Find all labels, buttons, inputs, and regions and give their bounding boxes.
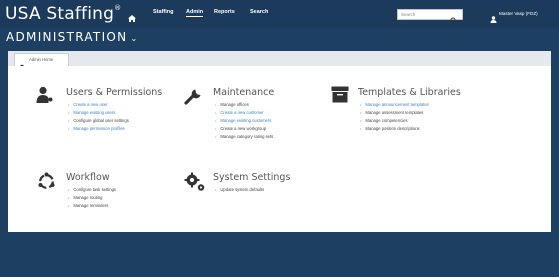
link-position-descriptions[interactable]: Manage position descriptions bbox=[360, 125, 429, 133]
nav-search[interactable]: Search bbox=[250, 9, 268, 15]
link-create-workgroup[interactable]: Create a new workgroup bbox=[215, 125, 273, 133]
link-manage-routing[interactable]: Manage routing bbox=[68, 194, 116, 202]
link-manage-reminders[interactable]: Manage reminders bbox=[68, 202, 116, 210]
system-settings-list: Update system defaults bbox=[215, 186, 264, 194]
search-icon[interactable] bbox=[450, 11, 457, 29]
gears-icon bbox=[184, 172, 206, 197]
top-navigation-bar: USA Staffing® Staffing Admin Reports Sea… bbox=[0, 0, 559, 28]
link-create-user[interactable]: Create a new user bbox=[68, 101, 129, 109]
tab-admin-home[interactable]: Admin Home bbox=[14, 53, 69, 70]
nav-staffing[interactable]: Staffing bbox=[153, 9, 173, 15]
user-key-icon bbox=[36, 86, 54, 109]
brand-logo[interactable]: USA Staffing® bbox=[5, 4, 121, 24]
workflow-icon bbox=[37, 172, 56, 196]
footer-band bbox=[0, 232, 559, 277]
section-title-maintenance: Maintenance bbox=[213, 87, 275, 98]
section-title-users: Users & Permissions bbox=[66, 87, 163, 98]
link-configure-user-settings[interactable]: Configure global user settings bbox=[68, 117, 128, 125]
home-icon[interactable] bbox=[128, 9, 136, 27]
link-manage-offices[interactable]: Manage offices bbox=[215, 101, 273, 109]
workflow-list: Configure task settings Manage routing M… bbox=[68, 186, 116, 210]
section-title-system-settings: System Settings bbox=[213, 172, 291, 183]
section-title-templates: Templates & Libraries bbox=[358, 87, 461, 98]
chevron-down-icon[interactable]: ⌄ bbox=[130, 34, 138, 43]
maintenance-list: Manage offices Create a new customer Man… bbox=[215, 101, 273, 141]
tab-label: Admin Home bbox=[29, 57, 54, 62]
link-assessment-templates[interactable]: Manage assessment templates bbox=[360, 109, 429, 117]
link-manage-permission-profiles[interactable]: Manage permission profiles bbox=[68, 125, 129, 133]
archive-icon bbox=[331, 86, 349, 108]
link-announcement-templates[interactable]: Manage announcement templates bbox=[360, 101, 428, 109]
user-icon[interactable] bbox=[490, 10, 497, 28]
section-title-workflow: Workflow bbox=[66, 172, 110, 183]
nav-admin[interactable]: Admin bbox=[186, 9, 204, 17]
templates-libraries-list: Manage announcement templates Manage ass… bbox=[360, 101, 429, 133]
link-create-customer[interactable]: Create a new customer bbox=[215, 109, 273, 117]
link-manage-users[interactable]: Manage existing users bbox=[68, 109, 129, 117]
link-update-system-defaults[interactable]: Update system defaults bbox=[215, 186, 264, 194]
nav-reports[interactable]: Reports bbox=[214, 9, 235, 15]
link-manage-competencies[interactable]: Manage competencies bbox=[360, 117, 429, 125]
tab-strip bbox=[8, 51, 551, 66]
wrench-icon bbox=[184, 86, 204, 111]
link-configure-task-settings[interactable]: Configure task settings bbox=[68, 186, 116, 194]
user-menu[interactable]: Master Vasp (FDZ) bbox=[499, 11, 538, 16]
page-title[interactable]: ADMINISTRATION ⌄ bbox=[6, 30, 138, 44]
link-manage-customers[interactable]: Manage existing customers bbox=[215, 117, 273, 125]
users-permissions-list: Create a new user Manage existing users … bbox=[68, 101, 129, 133]
link-manage-rating-sets[interactable]: Manage category rating sets bbox=[215, 133, 273, 141]
